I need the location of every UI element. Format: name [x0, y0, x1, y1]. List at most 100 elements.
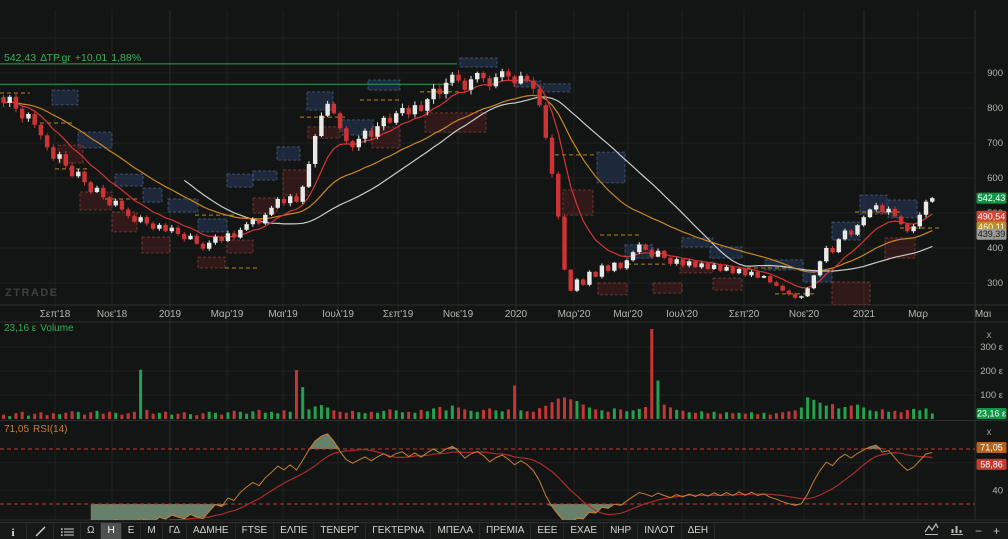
candle-body: [38, 124, 44, 136]
candle-body: [481, 73, 486, 79]
timeframe-button-Ε[interactable]: Ε: [122, 523, 142, 539]
candle-body: [194, 235, 199, 244]
chart-line-icon[interactable]: [924, 522, 939, 539]
candle-body: [799, 296, 804, 298]
candle-body: [842, 230, 848, 240]
volume-bar: [238, 411, 242, 419]
candle-body: [568, 269, 573, 291]
candle-body: [637, 244, 642, 253]
volume-bar: [625, 411, 629, 419]
volume-bar: [139, 369, 143, 419]
volume-bar: [513, 385, 517, 419]
candle-body: [861, 217, 866, 226]
candle-body: [294, 196, 299, 202]
candle-body: [437, 88, 443, 94]
info-icon[interactable]: i: [0, 523, 27, 539]
watchlist-icon[interactable]: [54, 523, 81, 539]
ticker-button-ΕΕΕ[interactable]: ΕΕΕ: [531, 523, 565, 539]
bottom-toolbar: i Ω Η Ε Μ ΓΔ ΑΔΜΗΕ FTSE ΕΛΠΕ ΤΕΝΕΡΓ ΓΕΚΤΕΡΝΑ ΜΠΕΛΑ Π…: [0, 522, 1008, 539]
ticker-button-ΕΛΠΕ[interactable]: ΕΛΠΕ: [274, 523, 315, 539]
candle-body: [718, 264, 723, 271]
volume-bar: [151, 413, 155, 419]
candle-body: [431, 88, 436, 100]
volume-bar: [220, 414, 224, 419]
timeframe-button-Μ[interactable]: Μ: [141, 523, 163, 539]
timeframe-button-Η[interactable]: Η: [101, 523, 122, 539]
rsi-pane-close-button[interactable]: x: [987, 427, 992, 438]
volume-bar: [918, 410, 922, 419]
volume-bar: [363, 413, 367, 419]
candle-body: [499, 71, 505, 78]
candle-body: [356, 138, 361, 148]
supply-zone-box: [142, 187, 163, 203]
ticker-button-ΝΗΡ[interactable]: ΝΗΡ: [604, 523, 639, 539]
volume-bar: [531, 411, 535, 419]
volume-bar: [164, 411, 168, 419]
volume-axis-tick: 300 ε: [980, 342, 1003, 353]
ticker-button-ΙΝΛΟΤ[interactable]: ΙΝΛΟΤ: [638, 523, 682, 539]
ticker-button-FTSE[interactable]: FTSE: [236, 523, 275, 539]
chart-background: [0, 0, 1008, 522]
candle-body: [175, 227, 181, 234]
ticker-button-ΓΔ[interactable]: ΓΔ: [163, 523, 188, 539]
volume-bar: [207, 411, 211, 419]
volume-bar: [612, 408, 616, 419]
volume-bar: [39, 412, 43, 419]
candle-body: [911, 226, 916, 232]
candle-body: [562, 216, 567, 270]
volume-bar: [201, 413, 205, 419]
candle-body: [662, 250, 667, 258]
chart-bars-icon[interactable]: [950, 523, 964, 539]
ticker-button-ΜΠΕΛΑ[interactable]: ΜΠΕΛΑ: [431, 523, 481, 539]
ticker-button-ΔΕΗ[interactable]: ΔΕΗ: [682, 523, 716, 539]
candle-body: [182, 234, 187, 240]
volume-bar: [145, 409, 149, 419]
candle-body: [892, 208, 898, 217]
candle-body: [767, 276, 773, 283]
ticker-button-ΓΕΚΤΕΡΝΑ[interactable]: ΓΕΚΤΕΡΝΑ: [366, 523, 432, 539]
x-axis-tick: 2021: [853, 309, 876, 320]
volume-bar: [26, 415, 30, 419]
volume-bar: [419, 409, 423, 419]
volume-bar: [706, 413, 710, 419]
candle-body: [63, 154, 69, 166]
candle-body: [150, 223, 156, 229]
volume-bar: [812, 399, 816, 419]
ticker-button-ΕΧΑΕ[interactable]: ΕΧΑΕ: [564, 523, 605, 539]
candle-body: [462, 80, 467, 90]
chart-canvas[interactable]: 900800700600500400300Σεπ'18Νοε'182019Μαρ…: [0, 0, 1008, 522]
candle-body: [169, 227, 174, 232]
volume-bar: [438, 407, 442, 419]
candle-body: [468, 79, 474, 90]
demand-zone-box: [884, 237, 916, 259]
price-axis-tick: 900: [987, 68, 1003, 79]
volume-bar: [83, 414, 87, 419]
candle-body: [138, 217, 143, 222]
ticker-button-ΤΕΝΕΡΓ[interactable]: ΤΕΝΕΡΓ: [314, 523, 367, 539]
candle-body: [755, 271, 760, 278]
ticker-button-ΑΔΜΗΕ[interactable]: ΑΔΜΗΕ: [187, 523, 236, 539]
volume-bar: [637, 408, 641, 419]
volume-bar: [369, 411, 373, 419]
candle-body: [786, 290, 792, 295]
candle-body: [880, 205, 885, 213]
rsi-badge: 58,86: [976, 458, 1007, 470]
volume-bar: [450, 405, 454, 419]
timeframe-button-Ω[interactable]: Ω: [81, 523, 102, 539]
volume-pane-close-button[interactable]: x: [987, 330, 992, 341]
candle-body: [94, 187, 100, 192]
volume-bar: [793, 410, 797, 419]
ticker-button-ΠΡΕΜΙΑ[interactable]: ΠΡΕΜΙΑ: [480, 523, 532, 539]
svg-text:58,86: 58,86: [980, 459, 1003, 469]
candle-body: [144, 217, 150, 224]
draw-icon[interactable]: [27, 523, 54, 539]
volume-bar: [781, 412, 785, 419]
candle-body: [312, 136, 318, 164]
candle-body: [618, 262, 623, 269]
candle-body: [19, 108, 25, 119]
zoom-in-icon[interactable]: +: [993, 523, 1000, 539]
candle-body: [749, 271, 754, 276]
candle-body: [836, 239, 841, 253]
zoom-out-icon[interactable]: −: [975, 523, 982, 539]
volume-bar: [843, 407, 847, 419]
